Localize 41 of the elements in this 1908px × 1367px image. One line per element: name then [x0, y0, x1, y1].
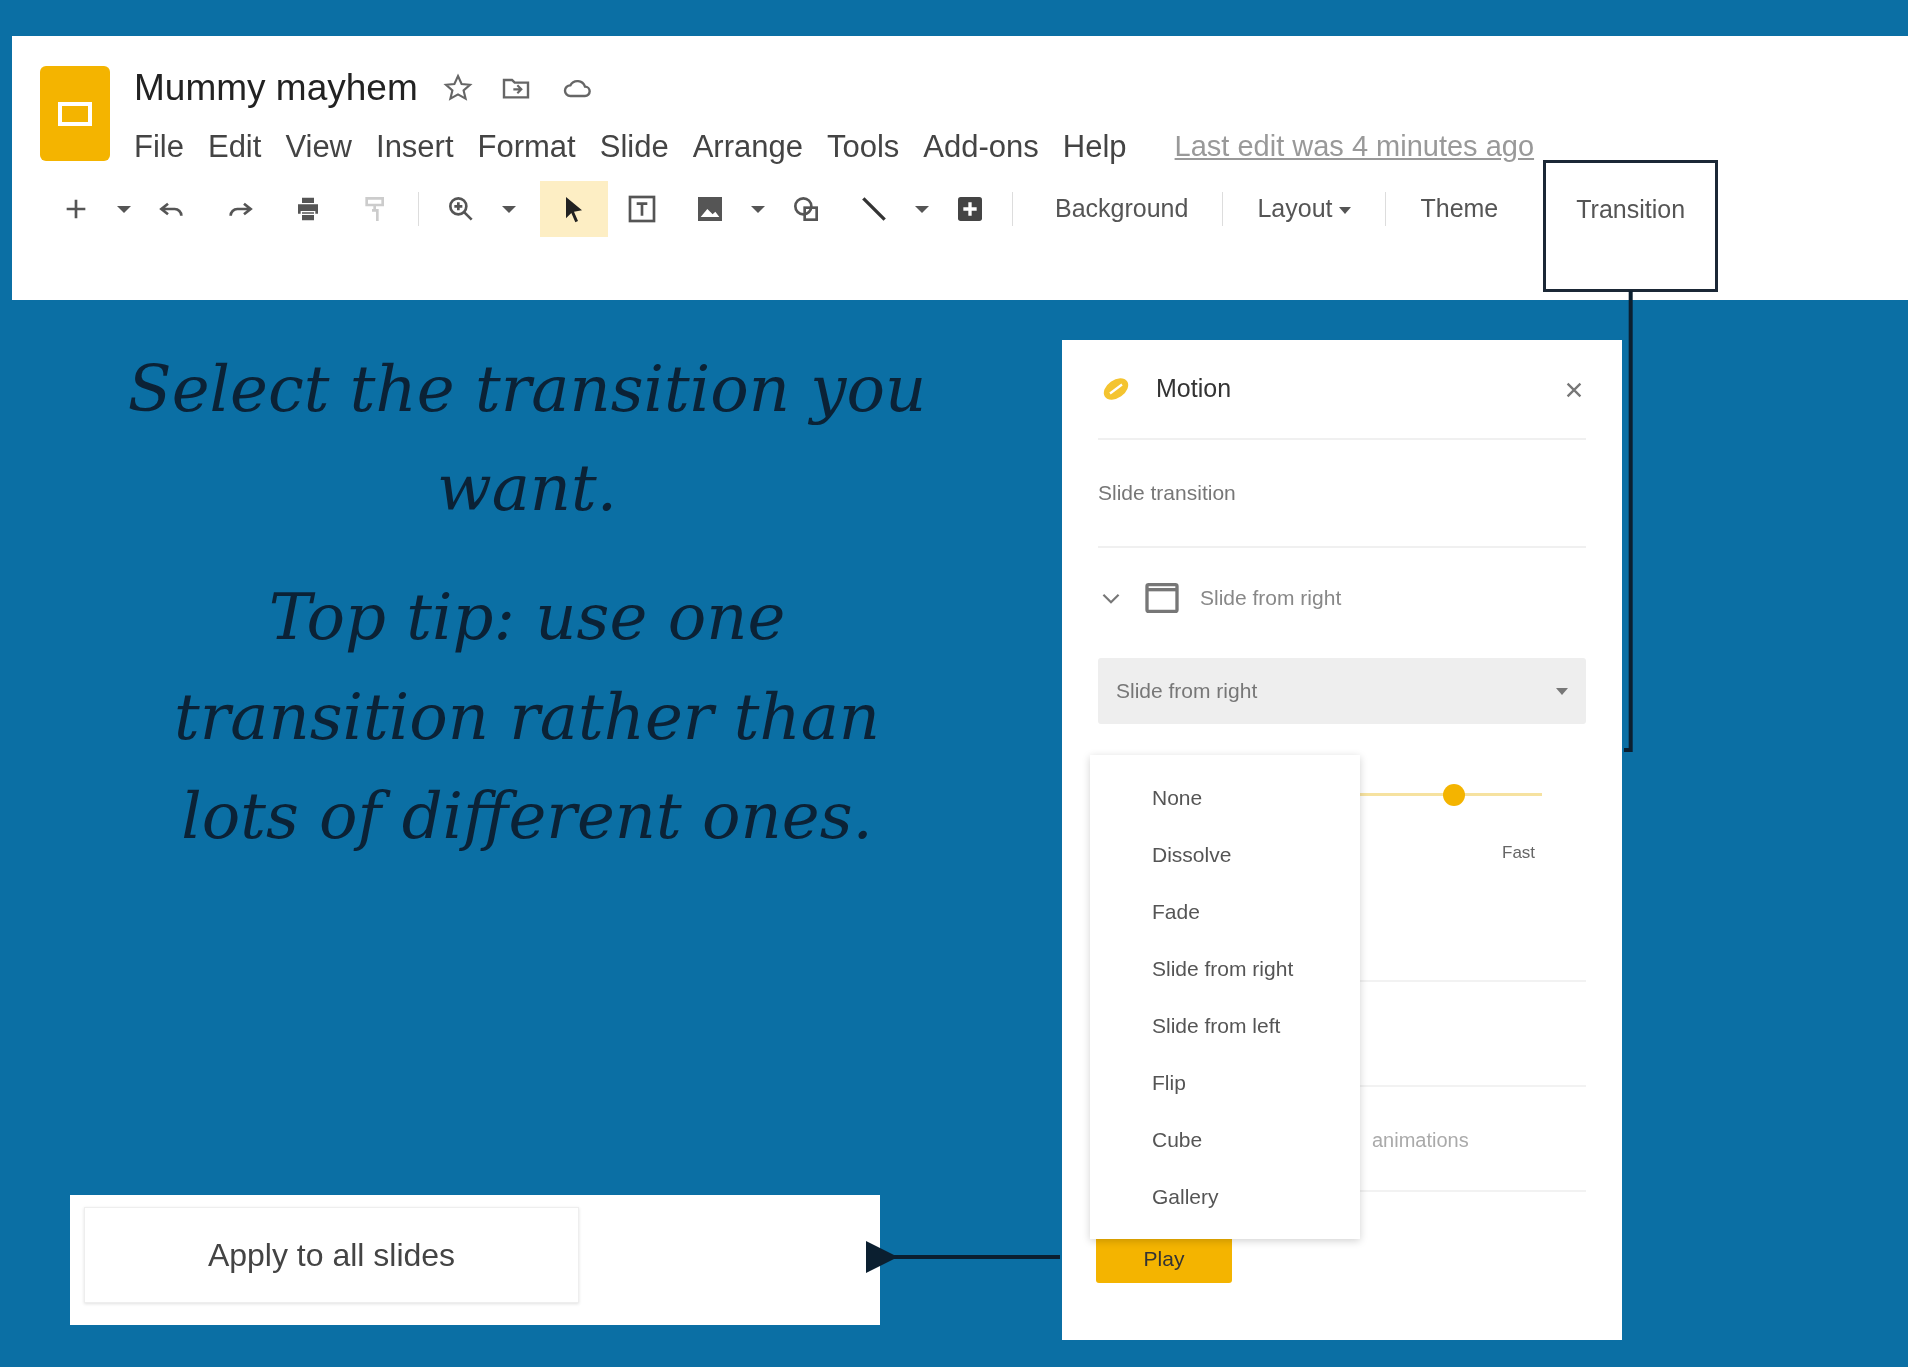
- menu-item[interactable]: Format: [477, 123, 576, 170]
- document-title[interactable]: Mummy mayhem: [134, 60, 418, 116]
- menu-option[interactable]: Dissolve: [1090, 826, 1360, 883]
- toolbar-button[interactable]: [540, 181, 608, 237]
- caret-icon: [751, 205, 765, 213]
- instruction-text: Top tip: use one transition rather than lots of different ones.: [172, 579, 882, 855]
- menu-option[interactable]: Slide from left: [1090, 997, 1360, 1054]
- toolbar-button[interactable]: Layout: [1223, 182, 1386, 236]
- transition-row[interactable]: Slide from right: [1098, 548, 1586, 648]
- panel-title: Motion: [1156, 373, 1232, 405]
- speed-label: Fast: [1502, 842, 1536, 864]
- toolbar-button[interactable]: Theme: [1386, 182, 1533, 236]
- menu-item[interactable]: Tools: [826, 123, 900, 170]
- menu-option[interactable]: Fade: [1090, 883, 1360, 940]
- caret-icon: [117, 205, 131, 213]
- caret-icon: [1339, 207, 1352, 215]
- caret-icon: [502, 205, 516, 213]
- partial-text: animations: [1372, 1128, 1469, 1153]
- menu-item[interactable]: Arrange: [692, 123, 803, 170]
- toolbar-button[interactable]: Background: [1021, 182, 1223, 236]
- slider-thumb[interactable]: [1443, 784, 1465, 806]
- text-box-icon: [626, 193, 658, 225]
- menu-item[interactable]: View: [285, 123, 352, 170]
- menu-item[interactable]: Edit: [207, 123, 262, 170]
- caret-icon: [915, 205, 929, 213]
- menu-item[interactable]: File: [134, 123, 184, 170]
- toolbar-button[interactable]: Transition: [1546, 163, 1716, 289]
- menu-option[interactable]: Flip: [1090, 1054, 1360, 1111]
- menu-option[interactable]: Gallery: [1090, 1168, 1360, 1225]
- caret-icon: [1556, 687, 1568, 695]
- menu-item[interactable]: Add-ons: [923, 123, 1039, 170]
- section-label: Slide transition: [1098, 440, 1586, 548]
- menu-option[interactable]: Cube: [1090, 1111, 1360, 1168]
- menu-option[interactable]: Slide from right: [1090, 940, 1360, 997]
- menu-option[interactable]: None: [1090, 769, 1360, 826]
- menu-item[interactable]: Help: [1062, 123, 1127, 170]
- menu-item[interactable]: Slide: [599, 123, 669, 170]
- instruction-text: Select the transition you want.: [126, 351, 928, 528]
- transition-select[interactable]: Slide from right: [1098, 658, 1586, 724]
- apply-to-all-slides-button[interactable]: Apply to all slides: [84, 1207, 579, 1303]
- menu-item[interactable]: Insert: [376, 123, 454, 170]
